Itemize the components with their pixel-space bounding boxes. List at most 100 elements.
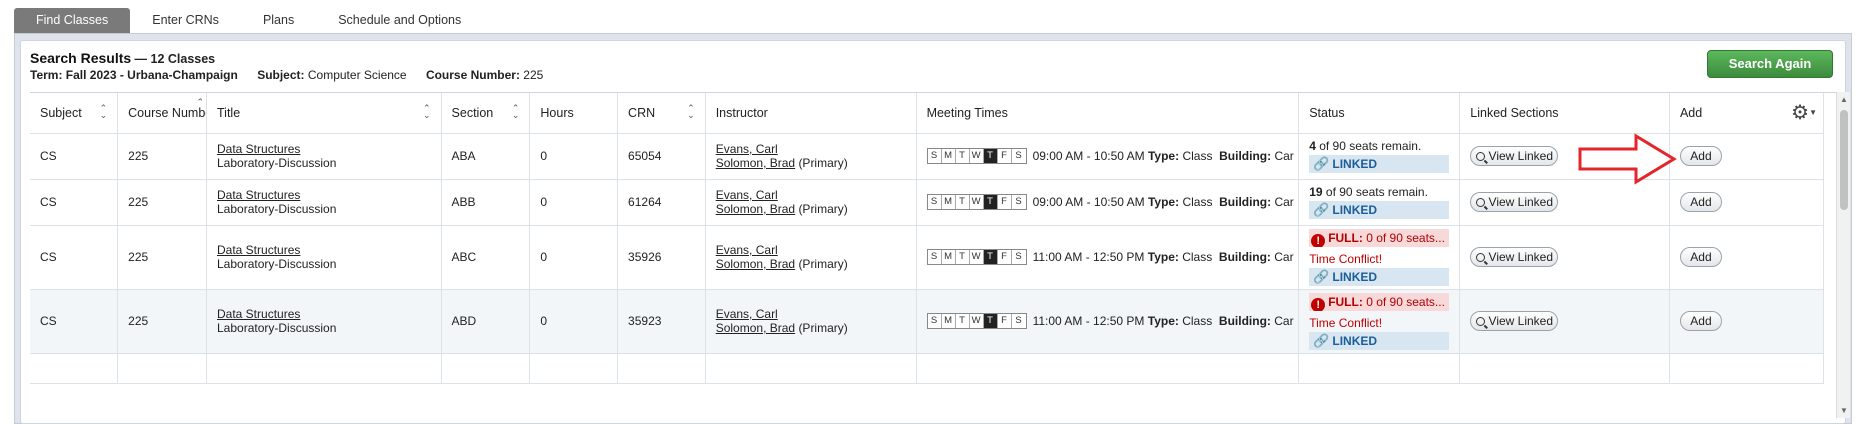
col-header-crn[interactable]: CRN ⌃ ⌄ xyxy=(617,93,706,134)
primary-label: (Primary) xyxy=(798,257,848,271)
view-linked-button[interactable]: View Linked xyxy=(1470,311,1559,331)
day-box: M xyxy=(941,250,956,264)
meeting-time-text: 11:00 AM - 12:50 PM Type: Class Building… xyxy=(1032,250,1294,264)
tab-schedule-options[interactable]: Schedule and Options xyxy=(316,8,484,33)
cell-instructor: Evans, Carl Solomon, Brad (Primary) xyxy=(705,225,917,290)
instructor-link[interactable]: Solomon, Brad xyxy=(716,156,795,170)
course-title-link[interactable]: Data Structures xyxy=(217,243,300,257)
course-number-label: Course Number: xyxy=(425,68,520,82)
results-count: — 12 Classes xyxy=(134,52,216,66)
course-title-link[interactable]: Data Structures xyxy=(217,188,300,202)
subject-label: Subject: xyxy=(257,68,305,82)
day-box: W xyxy=(969,195,984,209)
cell-subject: CS xyxy=(30,179,119,226)
scrollbar-thumb[interactable] xyxy=(1840,110,1848,210)
add-button[interactable]: Add xyxy=(1679,146,1722,166)
add-button[interactable]: Add xyxy=(1679,311,1722,331)
tab-plans[interactable]: Plans xyxy=(240,8,317,33)
search-icon xyxy=(1475,317,1485,326)
scroll-down-icon[interactable]: ▼ xyxy=(1840,406,1848,415)
search-icon xyxy=(1475,253,1485,262)
term-label: Term: xyxy=(30,68,63,82)
view-linked-button[interactable]: View Linked xyxy=(1470,192,1559,212)
instructor-link[interactable]: Evans, Carl xyxy=(716,243,778,257)
cell-crn: 65054 xyxy=(617,133,706,180)
col-header-section[interactable]: Section ⌃ ⌄ xyxy=(441,93,531,134)
cell-status: ! FULL: 0 of 90 seats... Time Conflict! 🔗 LI… xyxy=(1298,289,1461,354)
cell-section: ABB xyxy=(441,179,531,226)
cell-linked-sections: View Linked xyxy=(1459,289,1670,354)
linked-badge: 🔗 LINKED xyxy=(1309,201,1450,219)
cell-course-number: 225 xyxy=(117,225,207,290)
cell-section: ABA xyxy=(441,133,531,180)
instructor-link[interactable]: Solomon, Brad xyxy=(716,202,795,216)
col-header-subject[interactable]: Subject ⌃ ⌄ xyxy=(30,93,119,134)
day-box: T xyxy=(983,195,998,209)
course-subtitle: Laboratory-Discussion xyxy=(217,202,337,216)
instructor-link[interactable]: Solomon, Brad xyxy=(716,321,795,335)
cell-title: Data Structures Laboratory-Discussion xyxy=(206,225,442,290)
day-box: W xyxy=(969,250,984,264)
red-arrow-icon xyxy=(1578,133,1677,185)
gear-icon[interactable]: ⚙ xyxy=(1791,100,1809,125)
instructor-link[interactable]: Evans, Carl xyxy=(716,142,778,156)
seats-remaining: 4 of 90 seats remain. xyxy=(1309,139,1422,153)
day-box: T xyxy=(955,149,970,163)
search-icon xyxy=(1475,198,1485,207)
course-subtitle: Laboratory-Discussion xyxy=(217,257,337,271)
view-linked-button[interactable]: View Linked xyxy=(1470,247,1559,267)
table-cell xyxy=(206,353,442,384)
term-value: Fall 2023 - Urbana-Champaign xyxy=(65,68,238,82)
col-header-hours: Hours xyxy=(529,93,619,134)
cell-meeting-times: S M T W T F S 11:00 AM - 12:50 PM Type: Class B… xyxy=(916,289,1300,354)
day-box: W xyxy=(969,314,984,328)
primary-label: (Primary) xyxy=(798,156,848,170)
instructor-link[interactable]: Evans, Carl xyxy=(716,307,778,321)
view-linked-button[interactable]: View Linked xyxy=(1470,146,1559,166)
instructor-link[interactable]: Evans, Carl xyxy=(716,188,778,202)
tab-enter-crns[interactable]: Enter CRNs xyxy=(130,8,241,33)
tab-find-classes[interactable]: Find Classes xyxy=(14,8,131,33)
table-row: CS 225 Data Structures Laboratory-Discussio… xyxy=(30,179,1825,226)
cell-subject: CS xyxy=(30,225,119,290)
cell-course-number: 225 xyxy=(117,179,207,226)
time-conflict-text: Time Conflict! xyxy=(1309,315,1383,330)
day-box: T xyxy=(955,250,970,264)
linked-badge: 🔗 LINKED xyxy=(1309,331,1450,350)
scroll-up-icon[interactable]: ▲ xyxy=(1840,95,1848,104)
day-box: F xyxy=(997,314,1012,328)
cell-section: ABC xyxy=(441,225,531,290)
col-header-status: Status xyxy=(1298,93,1461,134)
cell-add: Add xyxy=(1669,225,1825,290)
col-header-title[interactable]: Title ⌃ ⌄ xyxy=(206,93,442,134)
course-title-link[interactable]: Data Structures xyxy=(217,142,300,156)
add-button[interactable]: Add xyxy=(1679,192,1722,212)
day-box: M xyxy=(941,149,956,163)
cell-crn: 61264 xyxy=(617,179,706,226)
search-again-button[interactable]: Search Again xyxy=(1707,50,1833,78)
add-button[interactable]: Add xyxy=(1679,247,1722,267)
col-header-linked-sections: Linked Sections xyxy=(1459,93,1670,134)
day-box: S xyxy=(927,314,942,328)
instructor-link[interactable]: Solomon, Brad xyxy=(716,257,795,271)
linked-badge: 🔗 LINKED xyxy=(1309,155,1450,173)
results-table-container: Subject⌃⌄ Course Number⌃ Title⌃⌄ Section… xyxy=(30,92,1836,418)
day-box: S xyxy=(1011,314,1026,328)
day-box: T xyxy=(955,314,970,328)
sort-icon: ⌃ xyxy=(196,97,204,107)
vertical-scrollbar[interactable]: ▲ ▼ xyxy=(1836,92,1850,418)
course-title-link[interactable]: Data Structures xyxy=(217,307,300,321)
table-cell xyxy=(529,353,619,384)
col-header-course-number[interactable]: Course Number⌃ xyxy=(117,93,207,134)
sort-icon: ⌃ ⌄ xyxy=(687,103,695,120)
cell-hours: 0 xyxy=(529,133,619,180)
cell-add: Add xyxy=(1669,179,1825,226)
cell-section: ABD xyxy=(441,289,531,354)
meeting-time-text: 09:00 AM - 10:50 AM Type: Class Building… xyxy=(1032,195,1294,209)
linked-badge: 🔗 LINKED xyxy=(1309,267,1450,286)
cell-meeting-times: S M T W T F S 09:00 AM - 10:50 AM Type: Class B… xyxy=(916,133,1300,180)
cell-hours: 0 xyxy=(529,225,619,290)
day-box: S xyxy=(1011,149,1026,163)
col-header-add: Add ⚙ ▼ xyxy=(1669,93,1825,134)
results-table: Subject⌃⌄ Course Number⌃ Title⌃⌄ Section… xyxy=(30,93,1825,384)
